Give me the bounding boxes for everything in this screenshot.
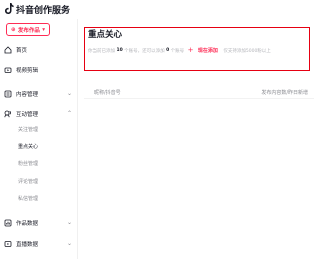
interaction-icon (4, 110, 11, 118)
info-suffix: 个账号 (170, 48, 185, 54)
sidebar-item-home[interactable]: 首页 (0, 40, 78, 60)
main-content: 重点关心 你当前已添加 10 个账号，还可以添加 0 个账号 + 现在添加 仅支… (78, 19, 320, 259)
douyin-logo-icon (5, 3, 14, 14)
chevron-down-icon: ⌄ (67, 219, 73, 226)
sidebar-item-label: 互动管理 (16, 112, 39, 118)
sidebar-subitem-label: 关注管理 (18, 127, 39, 133)
sidebar-item-label: 内容管理 (16, 92, 39, 98)
sidebar-subitem-comments[interactable]: 评论管理 (0, 174, 78, 190)
upload-icon: ⊕ (11, 26, 16, 33)
publish-button-label: 发布作品 (17, 27, 40, 34)
chevron-up-icon: ⌃ (67, 110, 73, 117)
page-title: 重点关心 (88, 30, 123, 40)
chevron-down-icon: ▾ (42, 26, 45, 33)
sidebar-subitem-label: 评论管理 (18, 179, 39, 185)
sidebar-item-label: 视频剪辑 (16, 68, 39, 74)
info-prefix: 你当前已添加 (88, 48, 115, 54)
sidebar-subitem-label: 私信管理 (18, 196, 39, 202)
remaining-count: 0 (166, 48, 170, 53)
column-header-nickname: 昵称/抖音号 (94, 90, 121, 96)
sidebar: ⊕ 发布作品 ▾ 首页 视频剪辑 内容管理 ⌄ 互动管理 ⌃ 关注管理 重点关心… (0, 19, 78, 259)
sidebar-subitem-label: 重点关心 (18, 144, 39, 150)
sidebar-item-content[interactable]: 内容管理 ⌄ (0, 84, 78, 104)
sidebar-item-label: 首页 (16, 48, 28, 54)
chevron-down-icon: ⌄ (67, 240, 73, 247)
sidebar-item-live-data[interactable]: 直播数据 ⌄ (0, 234, 78, 254)
plus-icon[interactable]: + (188, 47, 194, 54)
top-bar: 抖音创作服务 (0, 0, 320, 19)
sidebar-item-video-edit[interactable]: 视频剪辑 (0, 60, 78, 80)
sidebar-item-label: 作品数据 (16, 221, 39, 227)
column-header-post-count: 发布内容数/昨日新增 (261, 90, 308, 96)
added-count: 10 (116, 48, 123, 53)
chevron-down-icon: ⌄ (67, 90, 73, 97)
sidebar-subitem-follow[interactable]: 关注管理 (0, 122, 78, 138)
sidebar-subitem-fans[interactable]: 粉丝管理 (0, 156, 78, 172)
add-now-link[interactable]: 现在添加 (198, 47, 218, 54)
home-icon (4, 46, 12, 54)
sidebar-subitem-label: 粉丝管理 (18, 161, 39, 167)
app-title: 抖音创作服务 (16, 6, 71, 16)
sidebar-subitem-messages[interactable]: 私信管理 (0, 191, 78, 207)
publish-button[interactable]: ⊕ 发布作品 ▾ (6, 23, 50, 36)
video-icon (4, 67, 12, 73)
info-middle: 个账号，还可以添加 (124, 48, 165, 54)
key-care-info: 你当前已添加 10 个账号，还可以添加 0 个账号 + 现在添加 仅支持添加50… (88, 47, 308, 57)
sidebar-item-label: 直播数据 (16, 242, 39, 248)
table-header: 昵称/抖音号 发布内容数/昨日新增 (84, 87, 314, 99)
info-note: 仅支持添加5000粉以上 (223, 48, 271, 54)
sidebar-subitem-key-care[interactable]: 重点关心 (0, 139, 78, 155)
live-icon (4, 241, 12, 247)
content-icon (4, 90, 12, 98)
sidebar-item-interaction[interactable]: 互动管理 ⌃ (0, 104, 78, 124)
sidebar-item-works-data[interactable]: 作品数据 ⌄ (0, 213, 78, 233)
chart-icon (4, 219, 12, 227)
